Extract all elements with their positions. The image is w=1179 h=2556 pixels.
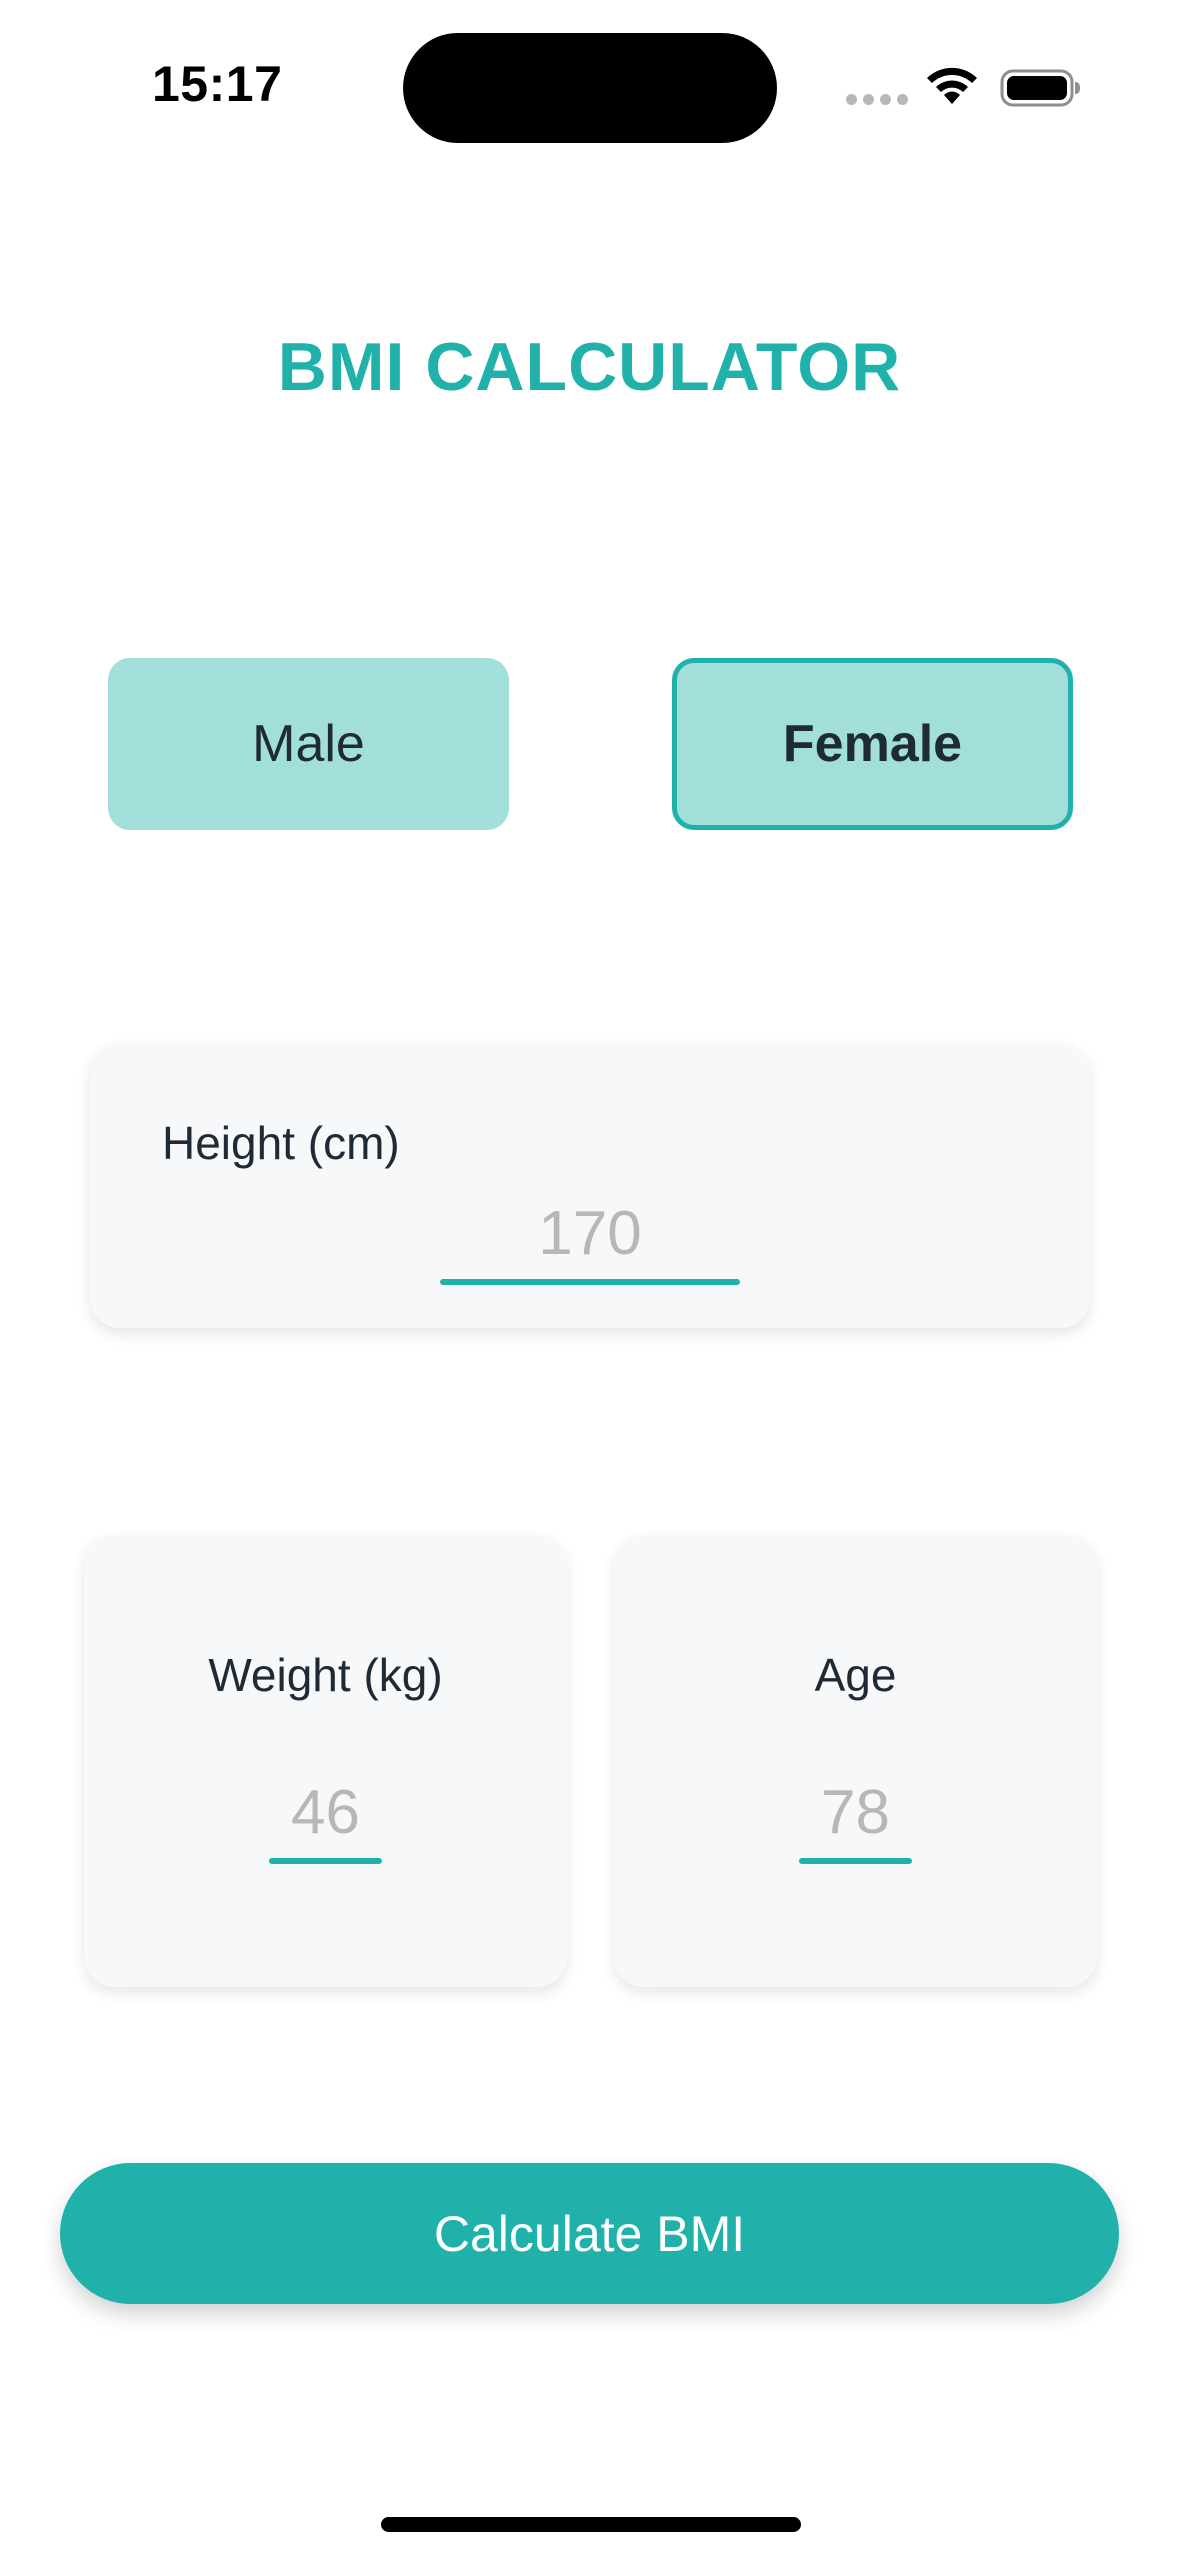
height-input[interactable]: 170 [440, 1203, 740, 1285]
dynamic-island [403, 33, 777, 143]
age-label: Age [814, 1649, 897, 1701]
height-input-underline [440, 1279, 740, 1285]
gender-male-button[interactable]: Male [108, 658, 509, 830]
app-title: BMI CALCULATOR [277, 329, 902, 405]
height-label: Height (cm) [162, 1117, 400, 1169]
status-time: 15:17 [152, 56, 283, 112]
height-card: Height (cm) 170 [90, 1043, 1090, 1328]
home-indicator[interactable] [381, 2517, 801, 2532]
weight-placeholder: 46 [291, 1778, 360, 1847]
age-input[interactable]: 78 [799, 1782, 912, 1864]
gender-female-button[interactable]: Female [672, 658, 1073, 830]
calculate-bmi-button[interactable]: Calculate BMI [60, 2163, 1119, 2304]
cellular-signal-icon [846, 94, 908, 105]
age-card: Age 78 [614, 1535, 1097, 1987]
battery-icon [1000, 69, 1080, 107]
weight-card: Weight (kg) 46 [84, 1535, 567, 1987]
wifi-icon [927, 67, 977, 104]
weight-input[interactable]: 46 [269, 1782, 382, 1864]
age-input-underline [799, 1858, 912, 1864]
age-placeholder: 78 [821, 1778, 890, 1847]
weight-label: Weight (kg) [208, 1649, 443, 1701]
bmi-calculator-screen: 15:17 BMI CALCULATOR Male Female Height … [0, 0, 1179, 2556]
weight-input-underline [269, 1858, 382, 1864]
height-placeholder: 170 [538, 1199, 642, 1268]
